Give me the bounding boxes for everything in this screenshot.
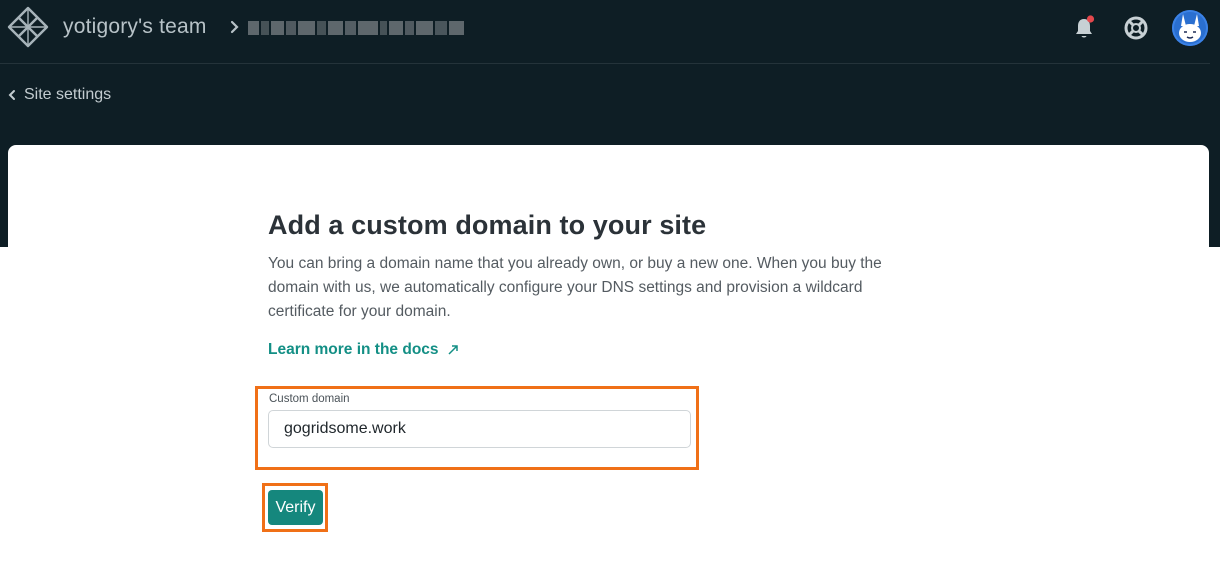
docs-link-label: Learn more in the docs <box>268 341 439 358</box>
header-divider <box>0 63 1210 64</box>
user-avatar[interactable] <box>1172 10 1208 46</box>
team-name-link[interactable]: yotigory's team <box>63 15 207 39</box>
netlify-logo-icon[interactable] <box>7 6 49 48</box>
page-description: You can bring a domain name that you alr… <box>268 255 882 320</box>
bunny-avatar-icon <box>1179 14 1201 42</box>
back-to-site-settings-link[interactable]: Site settings <box>8 86 111 104</box>
page-title: Add a custom domain to your site <box>268 210 707 240</box>
arrow-up-right-icon <box>448 345 458 355</box>
lifebuoy-icon[interactable] <box>1123 15 1149 41</box>
learn-more-docs-link[interactable]: Learn more in the docs <box>268 341 459 359</box>
chevron-left-icon <box>8 90 15 100</box>
custom-domain-input[interactable] <box>268 410 691 448</box>
site-name-redacted[interactable] <box>248 17 465 39</box>
chevron-right-icon <box>230 20 239 34</box>
bell-icon[interactable] <box>1070 14 1098 42</box>
top-header: yotigory's team <box>0 0 1220 64</box>
verify-button[interactable]: Verify <box>268 490 323 525</box>
custom-domain-label: Custom domain <box>269 393 350 405</box>
back-link-label: Site settings <box>24 86 112 103</box>
